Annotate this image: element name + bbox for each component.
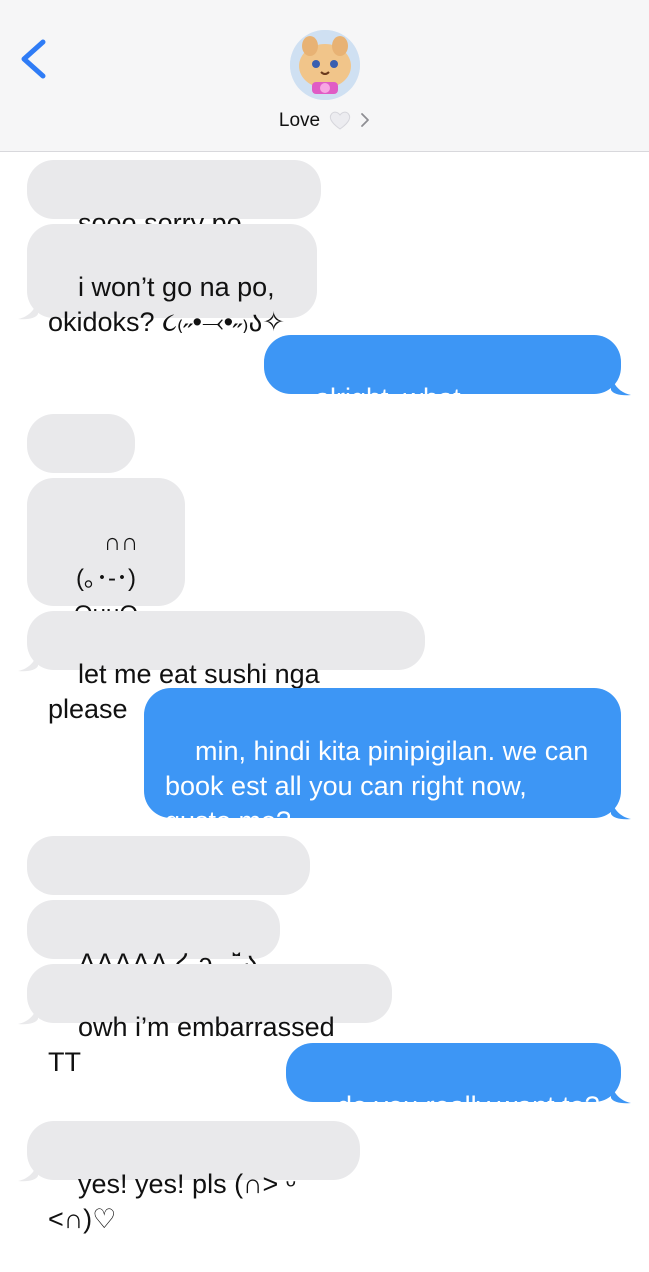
message-text: min, hindi kita pinipigilan. we can book…	[165, 736, 589, 836]
message-text: yes! yes! pls (∩˃ ᵕ ˂∩)♡	[48, 1169, 304, 1234]
message-bubble-incoming[interactable]: ∩∩ (｡･-･) OuuO	[27, 478, 185, 628]
message-bubble-outgoing[interactable]: do you really want to?	[286, 1043, 621, 1121]
message-bubble-incoming[interactable]: sooo sorry po lover	[27, 160, 321, 273]
message-bubble-incoming[interactable]: owh i’m embarrassed TT	[27, 964, 392, 1077]
avatar-image	[290, 30, 360, 100]
message-bubble-incoming[interactable]: yes! yes! pls (∩˃ ᵕ ˂∩)♡	[27, 1121, 360, 1234]
conversation-header: Love	[0, 0, 649, 152]
message-text: do you really want to?	[337, 1091, 600, 1121]
contact-name: Love	[278, 110, 321, 131]
message-bubble-outgoing[interactable]: alright, what happened?	[264, 335, 621, 448]
back-button[interactable]	[14, 36, 54, 82]
message-bubble-incoming[interactable]: hmm	[27, 414, 135, 527]
message-text: alright, what happened?	[285, 383, 469, 448]
bubble-tail-incoming	[18, 1003, 38, 1025]
bubble-tail-outgoing	[611, 374, 631, 396]
message-bubble-incoming[interactable]: AAAAA ໒ ɔ ˶ ̆̈ ა	[27, 900, 280, 978]
chevron-right-icon	[360, 112, 370, 131]
message-bubble-outgoing[interactable]: min, hindi kita pinipigilan. we can book…	[144, 688, 621, 836]
chevron-left-icon	[21, 39, 46, 79]
message-text: i won’t go na po, okidoks? ૮₍˶•⤙•˶₎ა✧	[48, 272, 285, 337]
bubble-tail-outgoing	[611, 1082, 631, 1104]
message-bubble-incoming[interactable]: i won’t go na po, okidoks? ૮₍˶•⤙•˶₎ა✧	[27, 224, 317, 337]
contact-name-button[interactable]: Love	[0, 107, 649, 135]
white-heart-icon	[328, 109, 352, 134]
message-bubble-incoming[interactable]: onyourbicepslover	[27, 836, 310, 949]
bubble-tail-incoming	[18, 1160, 38, 1182]
bubble-tail-outgoing	[611, 798, 631, 820]
bubble-tail-incoming	[18, 298, 38, 320]
message-bubble-incoming[interactable]: let me eat sushi nga please	[27, 611, 425, 724]
bubble-tail-incoming	[18, 650, 38, 672]
contact-avatar[interactable]	[290, 30, 360, 100]
